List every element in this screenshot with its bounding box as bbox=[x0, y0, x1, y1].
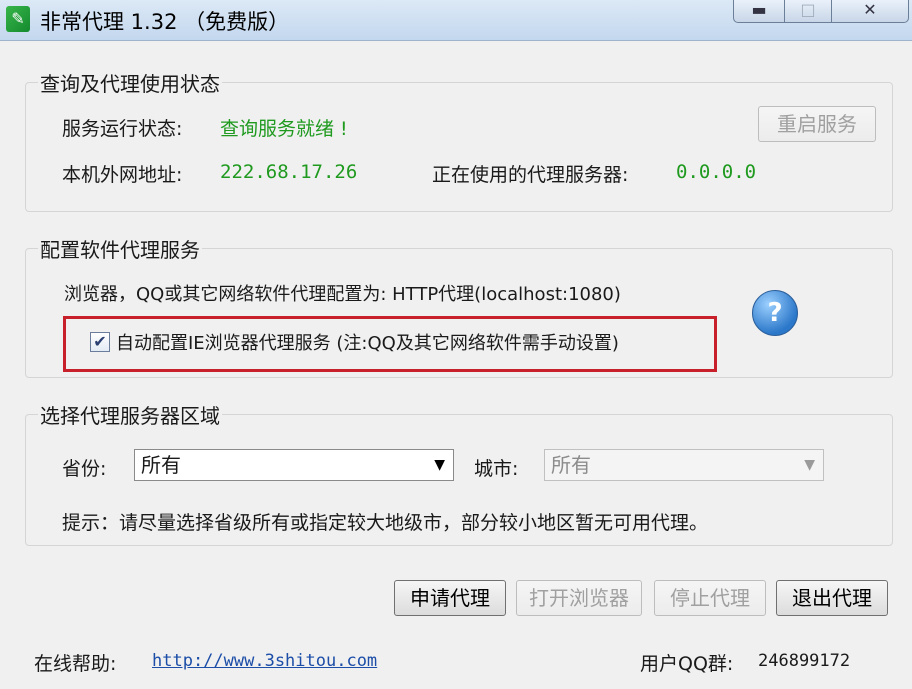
current-proxy-label: 正在使用的代理服务器: bbox=[432, 164, 629, 186]
external-ip-value: 222.68.17.26 bbox=[220, 161, 358, 183]
app-icon: ✎ bbox=[6, 6, 30, 32]
current-proxy-value: 0.0.0.0 bbox=[676, 161, 757, 183]
help-link[interactable]: http://www.3shitou.com bbox=[152, 651, 377, 671]
chevron-down-icon: ▼ bbox=[804, 457, 815, 473]
config-group-title: 配置软件代理服务 bbox=[38, 234, 202, 263]
service-status-label: 服务运行状态: bbox=[62, 118, 183, 140]
qq-group-value: 246899172 bbox=[758, 651, 851, 671]
online-help-label: 在线帮助: bbox=[34, 653, 117, 675]
window-title: 非常代理 1.32 （免费版） bbox=[40, 10, 290, 34]
chevron-down-icon: ▼ bbox=[434, 457, 445, 473]
restart-service-button[interactable]: 重启服务 bbox=[758, 106, 876, 142]
province-select[interactable]: 所有 ▼ bbox=[134, 449, 454, 481]
region-group-title: 选择代理服务器区域 bbox=[38, 400, 222, 429]
status-group bbox=[25, 82, 893, 212]
help-question-icon[interactable]: ? bbox=[752, 290, 798, 336]
proxy-config-info: 浏览器，QQ或其它网络软件代理配置为: HTTP代理(localhost:108… bbox=[64, 284, 621, 305]
province-label: 省份: bbox=[62, 458, 107, 480]
auto-config-ie-checkbox[interactable]: ✔ bbox=[90, 332, 110, 352]
region-hint: 提示：请尽量选择省级所有或指定较大地级市，部分较小地区暂无可用代理。 bbox=[62, 512, 709, 534]
status-group-title: 查询及代理使用状态 bbox=[38, 68, 222, 97]
province-select-value: 所有 bbox=[141, 453, 181, 477]
service-status-value: 查询服务就绪 ! bbox=[220, 118, 348, 140]
exit-proxy-button[interactable]: 退出代理 bbox=[776, 580, 888, 616]
title-bar: ✎ 非常代理 1.32 （免费版） ▬ □ ✕ bbox=[0, 0, 912, 41]
apply-proxy-button[interactable]: 申请代理 bbox=[394, 580, 506, 616]
city-select[interactable]: 所有 ▼ bbox=[544, 449, 824, 481]
maximize-button[interactable]: □ bbox=[784, 0, 832, 23]
external-ip-label: 本机外网地址: bbox=[62, 164, 183, 186]
auto-config-ie-label[interactable]: 自动配置IE浏览器代理服务 (注:QQ及其它网络软件需手动设置) bbox=[116, 329, 619, 355]
stop-proxy-button[interactable]: 停止代理 bbox=[654, 580, 766, 616]
city-label: 城市: bbox=[474, 458, 519, 480]
minimize-button[interactable]: ▬ bbox=[733, 0, 785, 23]
close-button[interactable]: ✕ bbox=[831, 0, 909, 23]
qq-group-label: 用户QQ群: bbox=[640, 653, 734, 675]
open-browser-button[interactable]: 打开浏览器 bbox=[516, 580, 642, 616]
city-select-value: 所有 bbox=[551, 453, 591, 477]
